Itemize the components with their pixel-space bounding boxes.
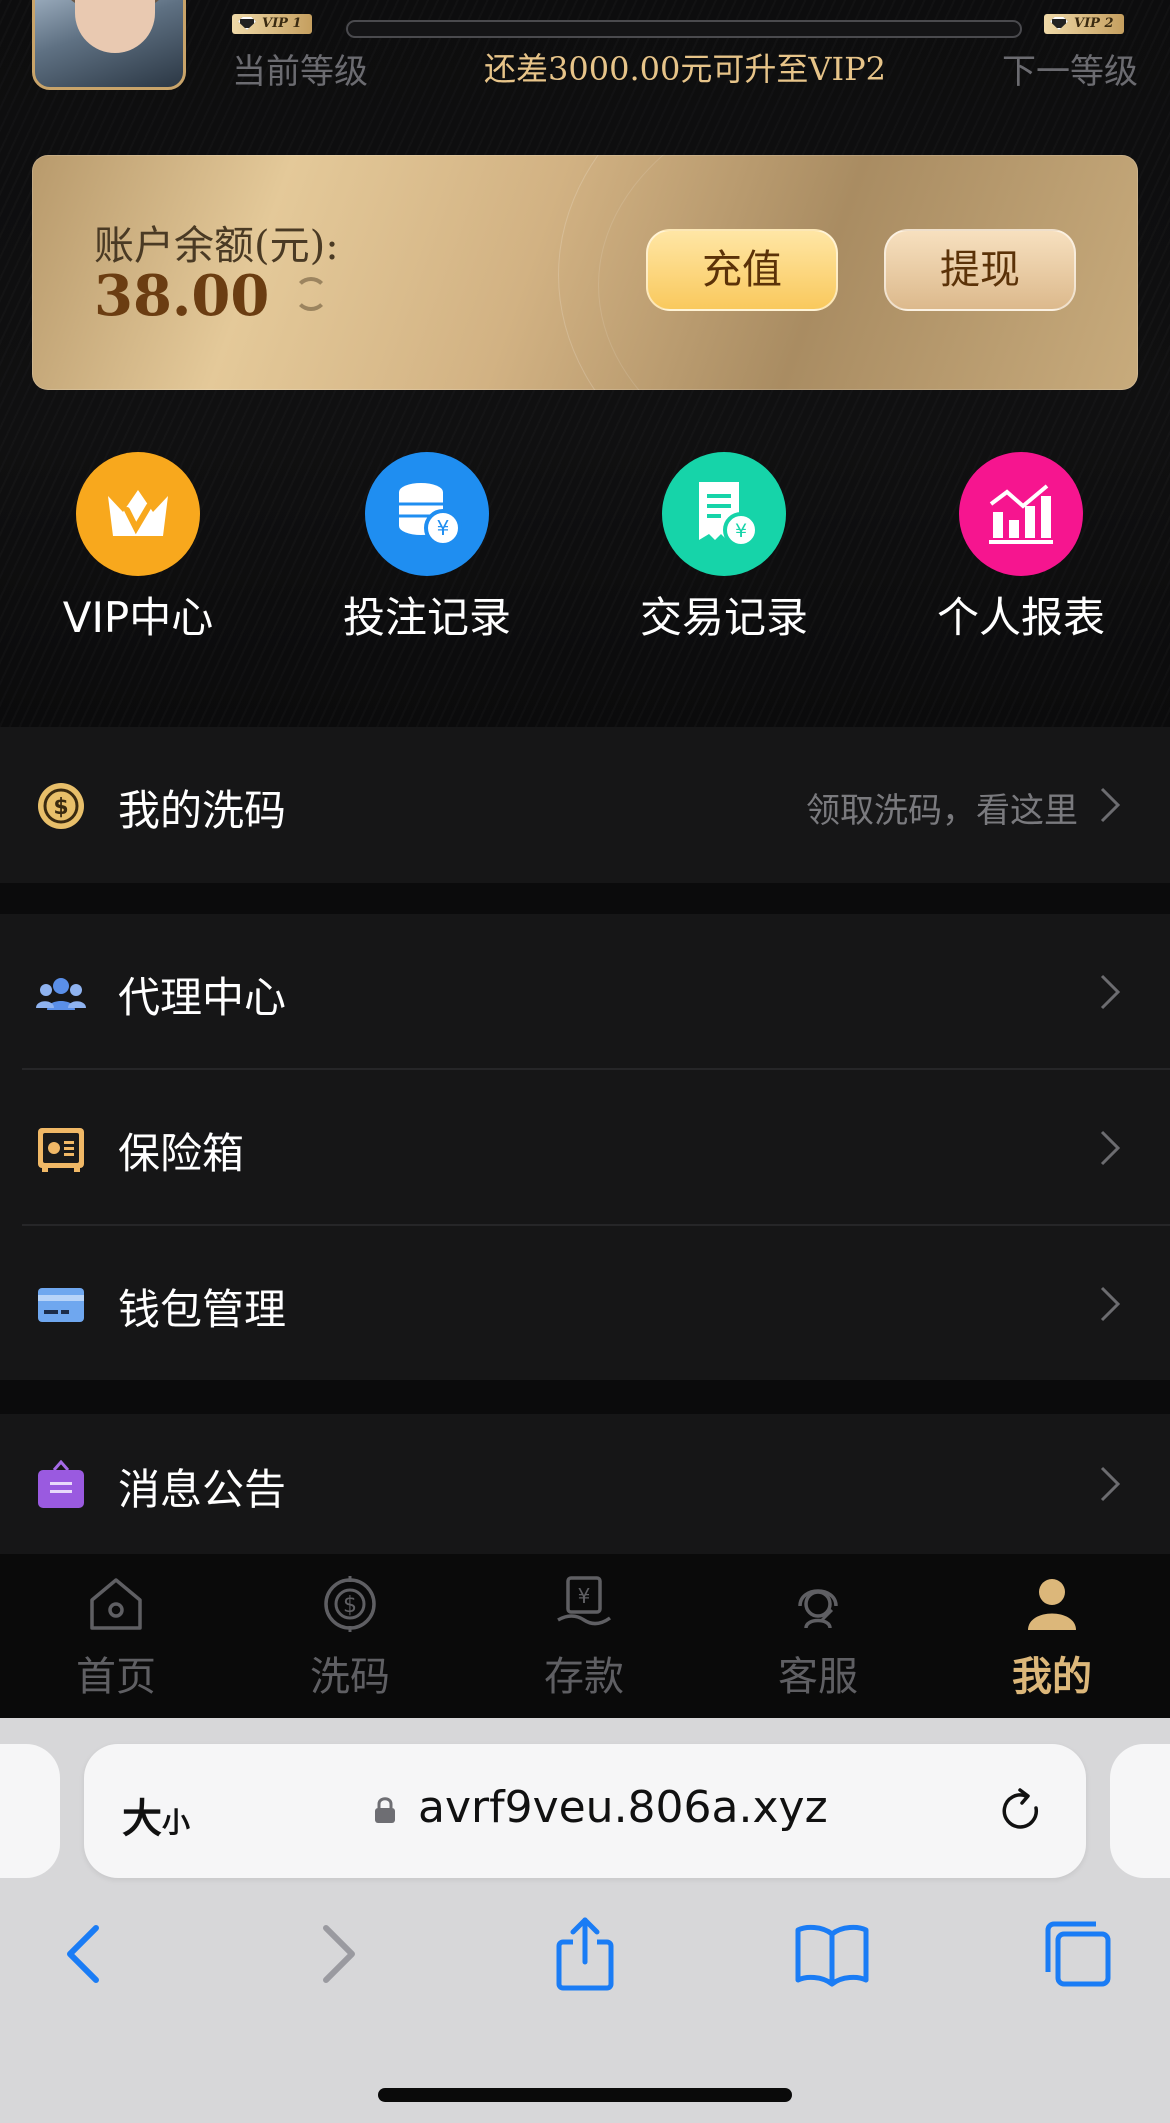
next-vip-badge: VIP 2	[1044, 14, 1124, 34]
balance-card: 账户余额(元): 38.00 充值 提现	[32, 155, 1138, 390]
tab-label: 客服	[778, 1654, 858, 1700]
browser-toolbar: 大小 avrf9veu.806a.xyz	[0, 1718, 1170, 2123]
home-indicator	[378, 2088, 792, 2102]
quick-action-label: VIP中心	[62, 593, 214, 642]
diamond-icon	[238, 17, 256, 30]
avatar[interactable]	[32, 0, 186, 90]
menu-item-label: 代理中心	[118, 973, 287, 1022]
tab-label: 我的	[1012, 1654, 1092, 1700]
bottom-tab-bar: 首页 $ 洗码 ¥ 存款 客服 我的	[0, 1554, 1170, 1718]
previous-tab-preview[interactable]	[0, 1744, 60, 1878]
next-tab-preview[interactable]	[1110, 1744, 1170, 1878]
menu-item-label: 钱包管理	[118, 1285, 287, 1334]
text-size-button[interactable]: 大小	[122, 1786, 190, 1844]
svg-text:$: $	[53, 795, 68, 820]
menu-item-label: 消息公告	[118, 1465, 287, 1514]
quick-action-vip-center[interactable]: VIP中心	[38, 452, 238, 645]
withdraw-button[interactable]: 提现	[884, 229, 1076, 311]
menu-item-hint: 领取洗码，看这里	[806, 791, 1078, 831]
rebate-icon: $	[324, 1576, 376, 1632]
chevron-right-icon	[1100, 974, 1121, 1010]
users-icon	[36, 978, 86, 1010]
quick-action-label: 投注记录	[342, 593, 511, 642]
card-icon	[38, 1288, 84, 1322]
quick-action-transaction-records[interactable]: ¥ 交易记录	[624, 452, 824, 645]
chevron-right-icon	[1100, 787, 1121, 823]
svg-text:¥: ¥	[735, 520, 747, 542]
tab-label: 存款	[544, 1654, 624, 1700]
menu-item-notice[interactable]: 消息公告	[0, 1414, 1170, 1554]
address-bar[interactable]: 大小 avrf9veu.806a.xyz	[84, 1744, 1086, 1878]
chart-icon	[959, 452, 1083, 576]
home-icon	[90, 1578, 142, 1630]
menu-item-label: 保险箱	[118, 1129, 245, 1178]
deposit-icon: ¥	[557, 1576, 612, 1626]
share-icon[interactable]	[545, 1914, 625, 1994]
safe-icon	[38, 1128, 84, 1172]
menu-group-account: 代理中心 保险箱 钱包管理	[0, 914, 1170, 1380]
tab-label: 首页	[76, 1654, 156, 1700]
profile-icon	[1028, 1579, 1076, 1630]
menu-group-rebate: $ 我的洗码 领取洗码，看这里	[0, 727, 1170, 883]
quick-action-label: 交易记录	[639, 593, 808, 642]
menu-group-notice: 消息公告	[0, 1414, 1170, 1554]
chevron-right-icon	[1100, 1466, 1121, 1502]
svg-text:¥: ¥	[578, 1584, 591, 1608]
diamond-icon	[1050, 17, 1068, 30]
next-level-label: 下一等级	[1002, 52, 1138, 92]
tabs-icon[interactable]	[1038, 1914, 1118, 1994]
quick-action-personal-report[interactable]: 个人报表	[921, 452, 1121, 645]
charge-button[interactable]: 充值	[646, 229, 838, 311]
bookmarks-icon[interactable]	[792, 1914, 872, 1994]
refresh-icon[interactable]	[294, 277, 328, 311]
receipt-icon: ¥	[662, 452, 786, 576]
reload-icon[interactable]	[996, 1786, 1046, 1836]
back-icon[interactable]	[46, 1914, 126, 1994]
crown-icon	[76, 452, 200, 576]
vip-progress-bar	[346, 20, 1022, 38]
coins-icon: ¥	[365, 452, 489, 576]
chevron-right-icon	[1100, 1130, 1121, 1166]
balance-value: 38.00	[94, 263, 270, 329]
menu-item-rebate[interactable]: $ 我的洗码 领取洗码，看这里	[0, 727, 1170, 883]
chevron-right-icon	[1100, 1286, 1121, 1322]
notice-bag-icon	[38, 1460, 84, 1508]
tab-profile[interactable]: 我的	[962, 1574, 1142, 1702]
url-text[interactable]: avrf9veu.806a.xyz	[418, 1782, 828, 1833]
menu-item-agent-center[interactable]: 代理中心	[0, 914, 1170, 1070]
menu-item-safe[interactable]: 保险箱	[0, 1070, 1170, 1226]
tab-home[interactable]: 首页	[26, 1574, 206, 1702]
upgrade-hint: 还差3000.00元可升至VIP2	[484, 50, 886, 88]
quick-action-label: 个人报表	[936, 593, 1105, 642]
dollar-coin-icon: $	[38, 783, 84, 829]
current-level-label: 当前等级	[232, 52, 368, 92]
svg-text:¥: ¥	[437, 516, 450, 540]
lock-icon	[375, 1797, 395, 1823]
svg-text:$: $	[343, 1593, 357, 1618]
menu-item-label: 我的洗码	[118, 786, 287, 835]
tab-label: 洗码	[310, 1654, 390, 1700]
current-vip-badge: VIP 1	[232, 14, 312, 34]
forward-icon[interactable]	[296, 1914, 376, 1994]
quick-action-bet-records[interactable]: ¥ 投注记录	[327, 452, 527, 645]
tab-rebate[interactable]: $ 洗码	[260, 1574, 440, 1702]
support-icon	[798, 1589, 838, 1629]
tab-deposit[interactable]: ¥ 存款	[494, 1574, 674, 1702]
tab-support[interactable]: 客服	[728, 1574, 908, 1702]
menu-item-wallet[interactable]: 钱包管理	[0, 1226, 1170, 1382]
